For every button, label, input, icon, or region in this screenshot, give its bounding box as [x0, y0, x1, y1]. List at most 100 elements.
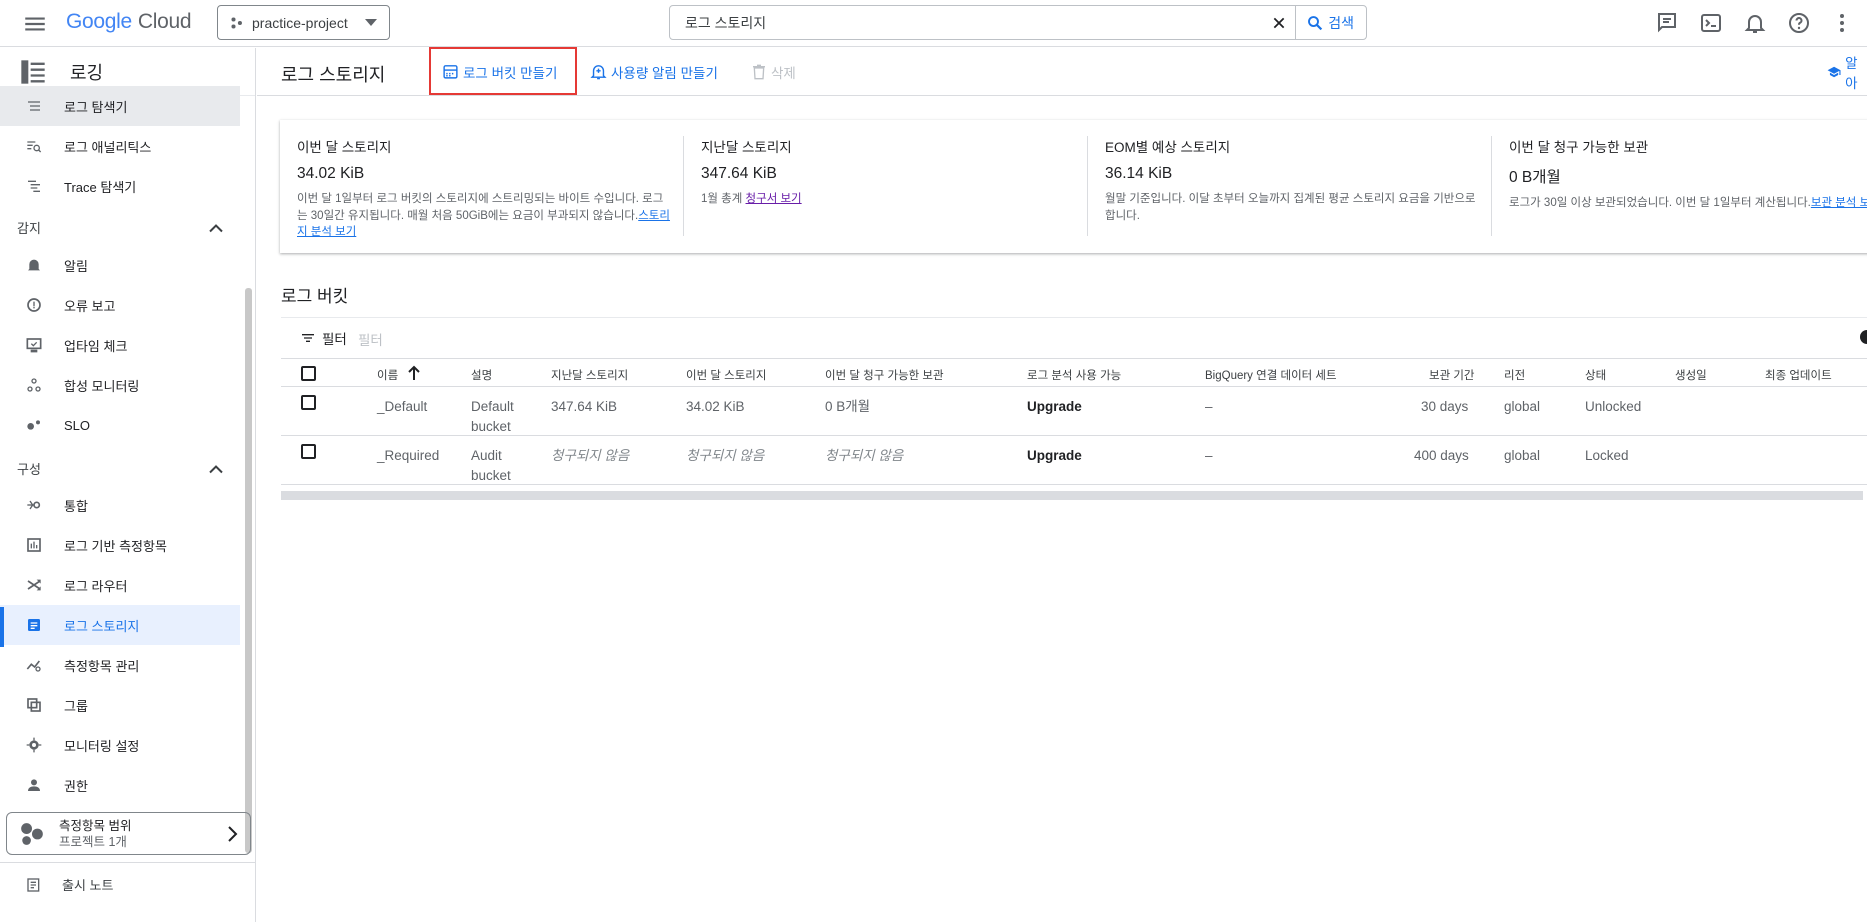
this-month-storage: 청구되지 않음	[686, 448, 765, 463]
feedback-icon[interactable]	[1655, 11, 1679, 35]
chevron-up-icon	[209, 464, 223, 473]
bell-add-icon	[590, 65, 607, 80]
table-row[interactable]: _Required Audit bucket 청구되지 않음 청구되지 않음 청구…	[281, 436, 1867, 485]
sidebar-item-uptime-checks[interactable]: 업타임 체크	[0, 325, 240, 365]
sidebar-item-alerting[interactable]: 알림	[0, 245, 240, 285]
select-all-checkbox[interactable]	[301, 366, 316, 381]
sidebar-item-log-router[interactable]: 로그 라우터	[0, 565, 240, 605]
clear-search-icon[interactable]	[1263, 6, 1295, 39]
page-title: 로그 스토리지	[281, 65, 386, 85]
sidebar-item-monitoring-settings[interactable]: 모니터링 설정	[0, 725, 240, 765]
synthetic-icon	[27, 378, 41, 392]
active-indicator	[0, 607, 4, 647]
row-checkbox[interactable]	[301, 444, 316, 459]
retention-analysis-link[interactable]: 보관 분석 보기	[1811, 197, 1867, 209]
info-icon[interactable]	[1860, 330, 1867, 344]
retention-period: 30 days	[1421, 399, 1469, 414]
sidebar-item-log-analytics[interactable]: 로그 애널리틱스	[0, 126, 240, 166]
main-menu-icon[interactable]	[22, 11, 48, 37]
release-notes-icon	[27, 877, 40, 892]
top-bar: GoogleCloud practice-project 검색	[0, 0, 1867, 47]
bucket-name[interactable]: _Required	[377, 446, 439, 466]
sidebar-title: 로깅	[70, 62, 104, 83]
divider	[683, 136, 684, 236]
sidebar-item-integrations[interactable]: 통합	[0, 485, 240, 525]
table-horizontal-scrollbar[interactable]	[281, 491, 1863, 500]
divider	[281, 317, 1867, 318]
sidebar-item-error-reporting[interactable]: 오류 보고	[0, 285, 240, 325]
monitor-icon	[26, 338, 42, 353]
filter-button[interactable]: 필터	[300, 328, 347, 348]
scope-title: 측정항목 범위	[59, 818, 132, 833]
sidebar-item-log-based-metrics[interactable]: 로그 기반 측정항목	[0, 525, 240, 565]
sidebar-item-label: 권한	[64, 778, 88, 794]
sidebar-item-label: SLO	[64, 417, 91, 433]
summary-title: 이번 달 스토리지	[297, 140, 392, 155]
router-shuffle-icon	[27, 579, 41, 591]
upgrade-link[interactable]: Upgrade	[1027, 397, 1082, 417]
storage-summary: 이번 달 스토리지 34.02 KiB 이번 달 1일부터 로그 버킷의 스토리…	[280, 120, 1867, 253]
col-this-month-storage: 이번 달 스토리지	[686, 370, 767, 382]
summary-value: 0 B개월	[1509, 169, 1561, 186]
filter-icon	[302, 334, 314, 342]
sidebar-scrollbar[interactable]	[245, 288, 252, 853]
row-checkbox[interactable]	[301, 395, 316, 410]
table-row[interactable]: _Default Default bucket 347.64 KiB 34.02 …	[281, 387, 1867, 436]
search-button[interactable]: 검색	[1295, 6, 1366, 39]
gear-icon	[26, 737, 42, 753]
sidebar-item-label: 로그 기반 측정항목	[64, 538, 167, 554]
sidebar-item-log-storage[interactable]: 로그 스토리지	[0, 605, 240, 645]
col-billable-retention: 이번 달 청구 가능한 보관	[825, 370, 944, 382]
sidebar-item-permissions[interactable]: 권한	[0, 765, 240, 805]
col-retention: 보관 기간	[1429, 370, 1475, 382]
scope-subtitle: 프로젝트 1개	[59, 834, 127, 849]
metrics-scope-card[interactable]: 측정항목 범위 프로젝트 1개	[6, 812, 251, 855]
sidebar-item-label: 합성 모니터링	[64, 378, 140, 394]
create-usage-alert-button[interactable]: 사용량 알림 만들기	[590, 48, 718, 95]
notifications-icon[interactable]	[1743, 11, 1767, 35]
project-picker[interactable]: practice-project	[217, 5, 390, 40]
desc-line: bucket	[471, 419, 511, 434]
help-icon[interactable]	[1787, 11, 1811, 35]
error-report-icon	[27, 298, 41, 312]
section-config[interactable]: 구성	[17, 459, 223, 478]
upgrade-link[interactable]: Upgrade	[1027, 446, 1082, 466]
section-monitor[interactable]: 감지	[17, 218, 223, 237]
last-month-storage: 청구되지 않음	[551, 448, 630, 463]
bigquery-dataset: –	[1205, 448, 1213, 463]
cloud-shell-icon[interactable]	[1699, 11, 1723, 35]
sidebar-item-label: 통합	[64, 498, 88, 514]
sidebar-item-label: Trace 탐색기	[64, 179, 137, 195]
logo-google: Google	[66, 10, 132, 33]
logo-cloud: Cloud	[137, 10, 192, 33]
create-log-bucket-label: 로그 버킷 만들기	[463, 65, 558, 81]
google-cloud-logo[interactable]: Google Cloud	[66, 10, 192, 34]
sidebar-item-trace-explorer[interactable]: Trace 탐색기	[0, 166, 240, 206]
bucket-name[interactable]: _Default	[377, 397, 427, 417]
delete-button[interactable]: 삭제	[751, 48, 796, 95]
create-usage-alert-label: 사용량 알림 만들기	[611, 65, 718, 81]
sidebar-item-label: 알림	[64, 258, 88, 274]
project-name: practice-project	[252, 14, 348, 31]
filter-input[interactable]: 필터	[358, 329, 383, 349]
release-notes-link[interactable]: 출시 노트	[0, 862, 255, 906]
more-options-icon[interactable]	[1830, 11, 1854, 35]
view-bill-link[interactable]: 청구서 보기	[746, 193, 802, 205]
state: Unlocked	[1585, 399, 1642, 414]
summary-value: 34.02 KiB	[297, 165, 365, 182]
summary-title: EOM별 예상 스토리지	[1105, 140, 1231, 155]
search-input[interactable]	[670, 6, 1264, 39]
sidebar-item-metrics-management[interactable]: 측정항목 관리	[0, 645, 240, 685]
sidebar-item-groups[interactable]: 그룹	[0, 685, 240, 725]
sidebar-item-slo[interactable]: SLO	[0, 405, 240, 445]
create-log-bucket-button[interactable]: 로그 버킷 만들기	[442, 48, 557, 95]
col-name[interactable]: 이름	[377, 367, 398, 383]
learn-button[interactable]: 알아	[1827, 48, 1867, 95]
trace-icon	[28, 180, 40, 192]
sidebar: 로깅 로그 탐색기 로그 애널리틱스 Trace 탐색기 감지 알림 오류 보고…	[0, 48, 256, 922]
log-buckets-title: 로그 버킷	[281, 287, 349, 306]
sidebar-item-label: 로그 라우터	[64, 578, 128, 594]
sidebar-item-logs-explorer[interactable]: 로그 탐색기	[0, 86, 240, 126]
sidebar-item-synthetic-monitoring[interactable]: 합성 모니터링	[0, 365, 240, 405]
billable-retention: 청구되지 않음	[825, 448, 904, 463]
